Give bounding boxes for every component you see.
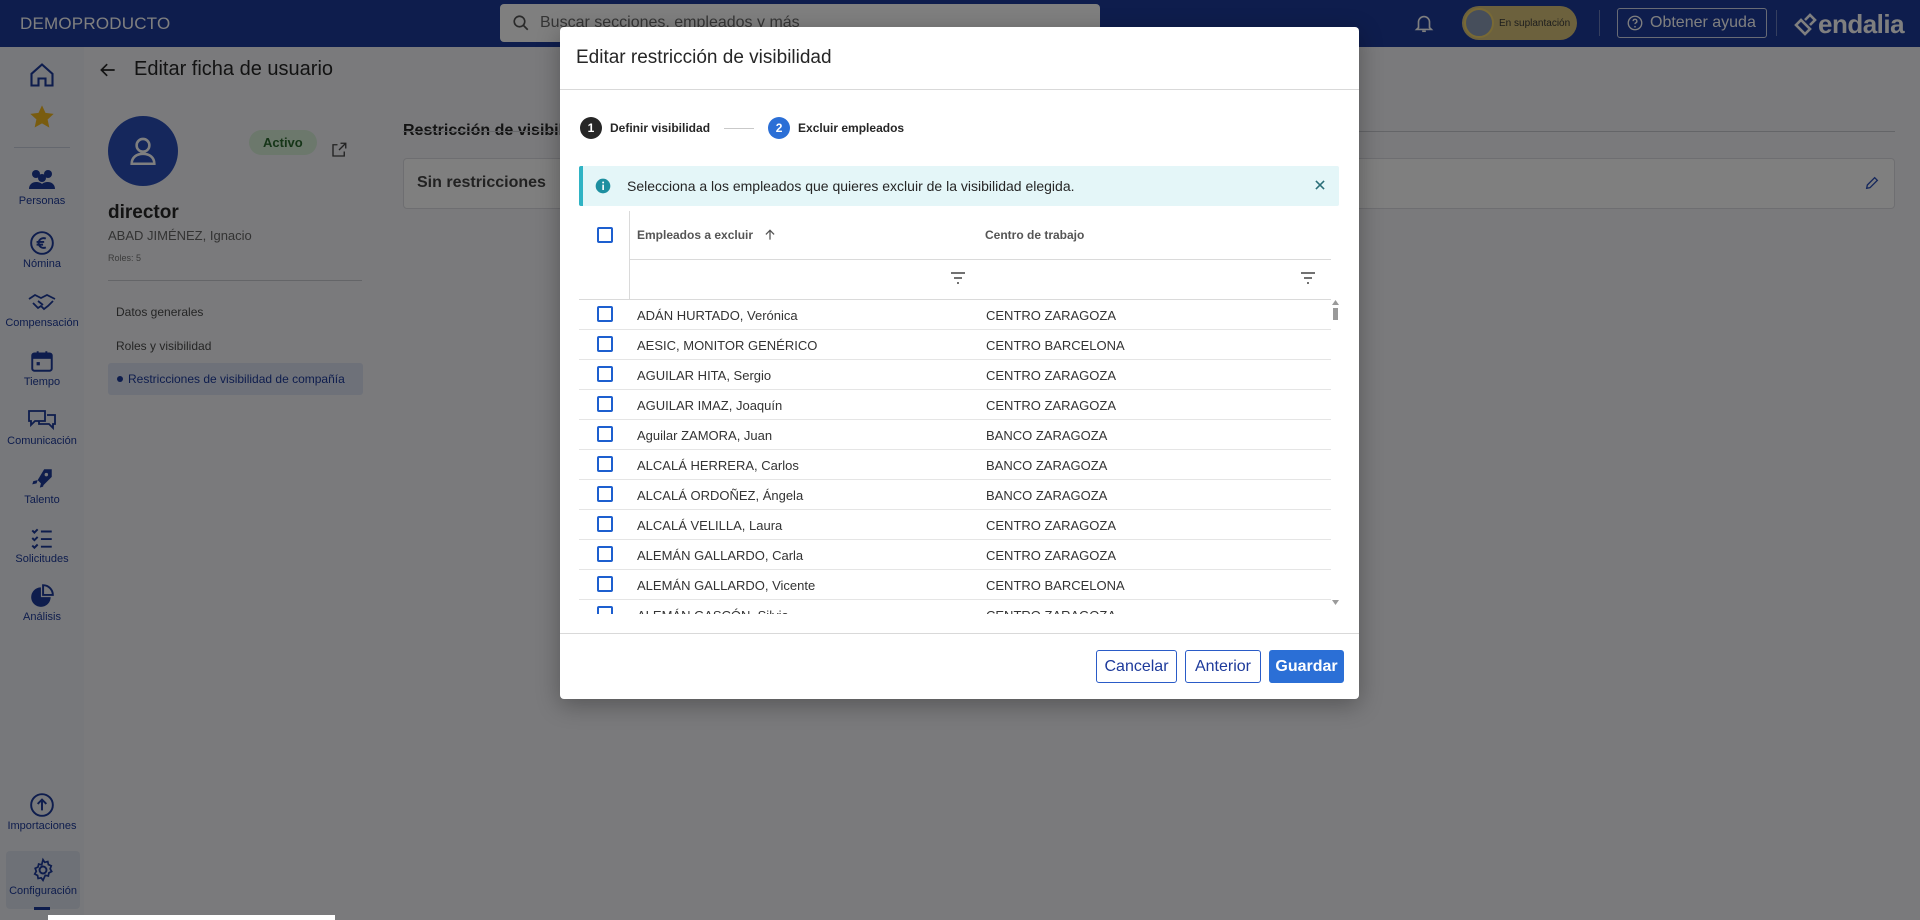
employee-name: ALEMÁN GALLARDO, Carla (637, 548, 804, 563)
alert-text: Selecciona a los empleados que quieres e… (627, 178, 1075, 194)
work-center: CENTRO ZARAGOZA (986, 548, 1117, 563)
sort-arrow-up-icon[interactable] (763, 228, 777, 242)
row-checkbox[interactable] (597, 396, 613, 412)
employee-name: AGUILAR HITA, Sergio (637, 368, 772, 383)
employee-name: ALEMÁN GALLARDO, Vicente (637, 578, 816, 593)
work-center: BANCO ZARAGOZA (986, 488, 1108, 503)
employee-name: ALEMÁN GASCÓN, Silvia (637, 608, 789, 614)
previous-button[interactable]: Anterior (1185, 650, 1261, 683)
row-checkbox[interactable] (597, 486, 613, 502)
table-body[interactable]: ADÁN HURTADO, Verónica CENTRO ZARAGOZA AES… (579, 300, 1331, 614)
employee-name: AESIC, MONITOR GENÉRICO (637, 338, 818, 353)
step-connector (724, 127, 755, 129)
table-row[interactable]: AGUILAR HITA, Sergio CENTRO ZARAGOZA (579, 360, 1331, 390)
row-checkbox[interactable] (597, 546, 613, 562)
table-row[interactable]: ALEMÁN GALLARDO, Vicente CENTRO BARCELONA (579, 570, 1331, 600)
info-icon (595, 178, 611, 194)
table-row[interactable]: ALEMÁN GASCÓN, Silvia CENTRO ZARAGOZA (579, 600, 1331, 614)
employee-name: ALCALÁ HERRERA, Carlos (637, 458, 799, 473)
step-label[interactable]: Excluir empleados (798, 121, 904, 135)
column-divider (629, 211, 630, 299)
table-row[interactable]: ALCALÁ HERRERA, Carlos BANCO ZARAGOZA (579, 450, 1331, 480)
employee-name: ALCALÁ ORDOÑEZ, Ángela (637, 488, 804, 503)
table-row[interactable]: ALCALÁ ORDOÑEZ, Ángela BANCO ZARAGOZA (579, 480, 1331, 510)
step-number[interactable]: 2 (768, 117, 791, 139)
row-checkbox[interactable] (597, 576, 613, 592)
stepper: 1 Definir visibilidad 2 Excluir empleado… (580, 117, 904, 139)
work-center: CENTRO BARCELONA (986, 578, 1125, 593)
employee-name: AGUILAR IMAZ, Joaquín (637, 398, 783, 413)
row-checkbox[interactable] (597, 426, 613, 442)
row-checkbox[interactable] (597, 366, 613, 382)
scrollbar[interactable] (1331, 300, 1339, 605)
work-center: CENTRO ZARAGOZA (986, 608, 1116, 614)
cancel-button[interactable]: Cancelar (1096, 650, 1177, 683)
employee-name: ADÁN HURTADO, Verónica (637, 308, 798, 323)
edit-visibility-modal: Editar restricción de visibilidad 1 Defi… (560, 27, 1359, 699)
employee-name: ALCALÁ VELILLA, Laura (637, 518, 783, 533)
work-center: CENTRO ZARAGOZA (986, 308, 1117, 323)
row-checkbox[interactable] (597, 516, 613, 532)
scroll-up-icon[interactable] (1332, 300, 1339, 305)
table-row[interactable]: AESIC, MONITOR GENÉRICO CENTRO BARCELONA (579, 330, 1331, 360)
work-center: CENTRO ZARAGOZA (986, 398, 1117, 413)
row-checkbox[interactable] (597, 606, 613, 614)
step-number[interactable]: 1 (580, 117, 602, 139)
work-center: BANCO ZARAGOZA (986, 428, 1108, 443)
modal-title: Editar restricción de visibilidad (576, 47, 832, 68)
scrollbar-thumb[interactable] (1333, 308, 1338, 320)
select-all-checkbox[interactable] (597, 211, 613, 259)
employee-name: Aguilar ZAMORA, Juan (637, 428, 773, 443)
work-center: CENTRO ZARAGOZA (986, 518, 1117, 533)
table-row[interactable]: ADÁN HURTADO, Verónica CENTRO ZARAGOZA (579, 300, 1331, 330)
table-row[interactable]: ALEMÁN GALLARDO, Carla CENTRO ZARAGOZA (579, 540, 1331, 570)
work-center: BANCO ZARAGOZA (986, 458, 1108, 473)
close-icon[interactable] (1313, 178, 1327, 192)
column-header-center[interactable]: Centro de trabajo (985, 211, 1084, 259)
table-row[interactable]: Aguilar ZAMORA, Juan BANCO ZARAGOZA (579, 420, 1331, 450)
page-scrollbar[interactable] (48, 915, 335, 920)
column-label: Centro de trabajo (985, 228, 1085, 242)
row-checkbox[interactable] (597, 306, 613, 322)
column-header-employees[interactable]: Empleados a excluir (637, 211, 777, 259)
work-center: CENTRO BARCELONA (986, 338, 1125, 353)
filter-icon[interactable] (1300, 271, 1316, 285)
divider (629, 259, 1331, 260)
filter-icon[interactable] (950, 271, 966, 285)
scroll-down-icon[interactable] (1332, 600, 1339, 605)
row-checkbox[interactable] (597, 336, 613, 352)
table-row[interactable]: AGUILAR IMAZ, Joaquín CENTRO ZARAGOZA (579, 390, 1331, 420)
step-label[interactable]: Definir visibilidad (610, 121, 710, 135)
column-label: Empleados a excluir (637, 228, 754, 242)
divider (560, 633, 1359, 634)
info-alert: Selecciona a los empleados que quieres e… (579, 166, 1339, 206)
row-checkbox[interactable] (597, 456, 613, 472)
work-center: CENTRO ZARAGOZA (986, 368, 1117, 383)
save-button[interactable]: Guardar (1269, 650, 1344, 683)
divider (560, 89, 1359, 90)
table-row[interactable]: ALCALÁ VELILLA, Laura CENTRO ZARAGOZA (579, 510, 1331, 540)
